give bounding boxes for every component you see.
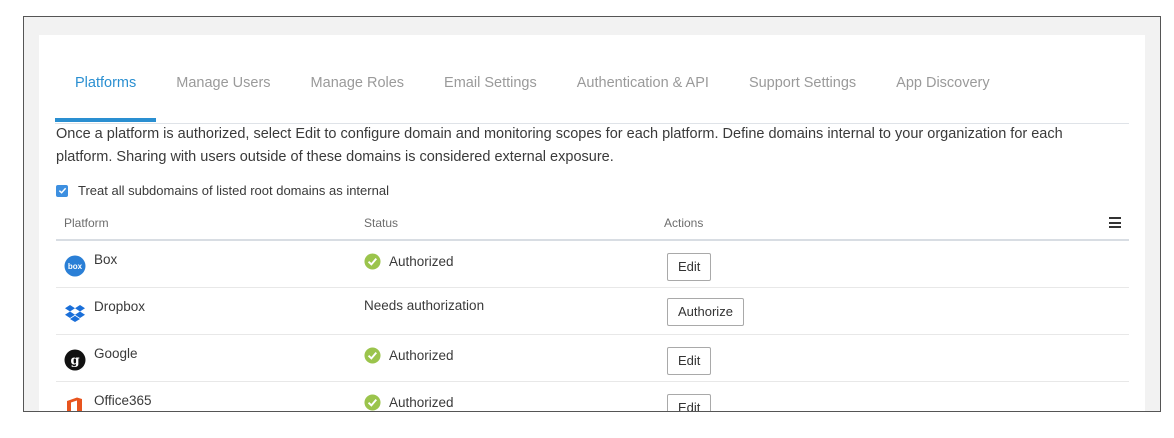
box-logo-icon: box bbox=[64, 255, 86, 277]
tab-manage-roles[interactable]: Manage Roles bbox=[291, 71, 425, 121]
subdomain-option: Treat all subdomains of listed root doma… bbox=[56, 183, 389, 198]
table-row: box Box Authorized Edit bbox=[56, 241, 1129, 288]
tab-email-settings[interactable]: Email Settings bbox=[424, 71, 557, 121]
edit-button[interactable]: Edit bbox=[667, 253, 712, 281]
table-row: g Google Authorized Edit bbox=[56, 335, 1129, 382]
platform-name: Google bbox=[94, 346, 138, 361]
settings-panel: Platforms Manage Users Manage Roles Emai… bbox=[39, 35, 1145, 411]
table-row: Office365 Authorized Edit bbox=[56, 382, 1129, 411]
svg-text:g: g bbox=[70, 354, 79, 369]
status-text: Needs authorization bbox=[364, 298, 485, 313]
table-row: Dropbox Needs authorization Authorize bbox=[56, 288, 1129, 335]
authorized-check-icon bbox=[364, 394, 381, 411]
settings-tabs: Platforms Manage Users Manage Roles Emai… bbox=[55, 71, 1129, 124]
tab-manage-users[interactable]: Manage Users bbox=[156, 71, 290, 121]
authorize-button[interactable]: Authorize bbox=[667, 298, 744, 326]
platforms-table: Platform Status Actions box Box Authoriz… bbox=[56, 209, 1129, 411]
status-text: Authorized bbox=[389, 395, 454, 410]
google-logo-icon: g bbox=[64, 349, 86, 371]
authorized-check-icon bbox=[364, 253, 381, 270]
status-text: Authorized bbox=[389, 348, 454, 363]
tab-platforms[interactable]: Platforms bbox=[55, 71, 157, 122]
checkmark-icon bbox=[58, 187, 66, 194]
subdomain-checkbox[interactable] bbox=[56, 184, 68, 197]
column-menu-icon[interactable] bbox=[1109, 217, 1121, 231]
tab-app-discovery[interactable]: App Discovery bbox=[876, 71, 1009, 121]
tab-support-settings[interactable]: Support Settings bbox=[729, 71, 876, 121]
platform-name: Dropbox bbox=[94, 299, 146, 314]
screenshot-frame: Platforms Manage Users Manage Roles Emai… bbox=[23, 16, 1161, 412]
header-status: Status bbox=[364, 216, 399, 230]
table-header: Platform Status Actions bbox=[56, 209, 1129, 241]
office365-logo-icon bbox=[67, 397, 82, 411]
authorized-check-icon bbox=[364, 347, 381, 364]
header-actions: Actions bbox=[664, 216, 704, 230]
dropbox-logo-icon bbox=[65, 305, 85, 322]
header-platform: Platform bbox=[64, 216, 109, 230]
subdomain-option-label: Treat all subdomains of listed root doma… bbox=[78, 183, 389, 198]
edit-button[interactable]: Edit bbox=[667, 394, 712, 411]
edit-button[interactable]: Edit bbox=[667, 347, 712, 375]
platforms-description: Once a platform is authorized, select Ed… bbox=[56, 126, 1063, 165]
tab-authentication-api[interactable]: Authentication & API bbox=[557, 71, 729, 121]
status-text: Authorized bbox=[389, 254, 454, 269]
platform-name: Office365 bbox=[94, 393, 152, 408]
svg-text:box: box bbox=[68, 262, 83, 271]
platform-name: Box bbox=[94, 252, 118, 267]
